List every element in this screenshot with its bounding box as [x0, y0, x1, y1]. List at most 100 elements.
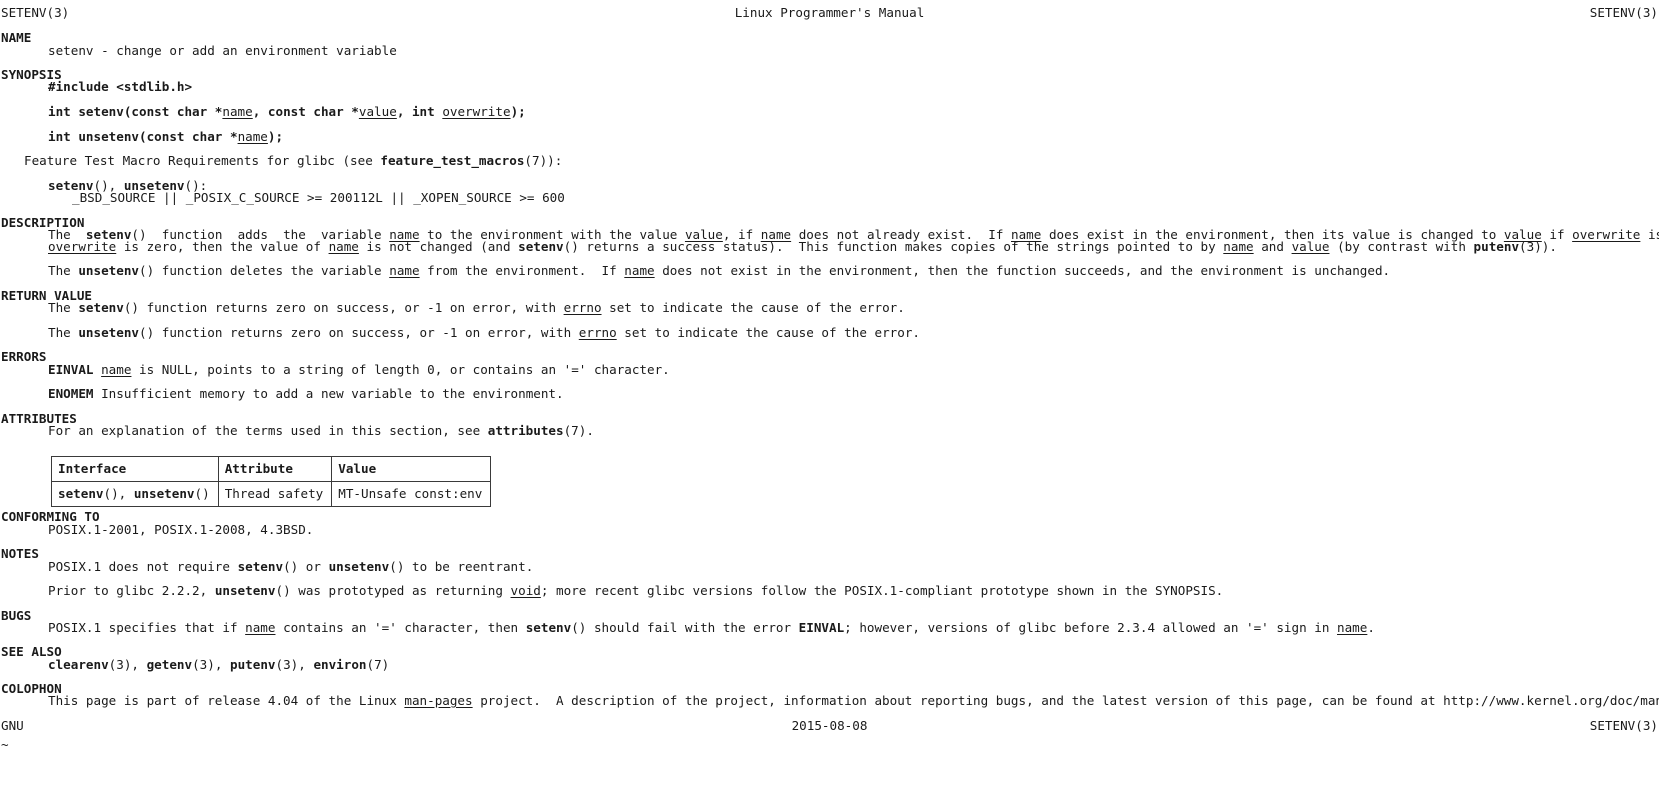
see-also-getenv[interactable]: getenv [147, 657, 193, 672]
error-code-enomem: ENOMEM [48, 386, 94, 401]
error-item-enomem: ENOMEM Insufficient memory to add a new … [48, 386, 564, 401]
d-p1l2-t4: and [1253, 239, 1292, 254]
description-p2: The unsetenv() function deletes the vari… [48, 263, 1391, 278]
d-p1l2-t3: () returns a success status). This funct… [563, 239, 1224, 254]
cell-interface: setenv(), unsetenv() [51, 481, 219, 507]
see-also-list: clearenv(3), getenv(3), putenv(3), envir… [48, 657, 389, 672]
synopsis-ftm-macros: _BSD_SOURCE || _POSIX_C_SOURCE >= 200112… [72, 190, 565, 205]
synopsis-prototype-setenv: int setenv(const char *name, const char … [48, 104, 526, 119]
rv-p1-t3: set to indicate the cause of the error. [601, 300, 905, 315]
d-p1l2-name2: name [1223, 239, 1254, 254]
d-p1l2-overwrite: overwrite [48, 239, 117, 254]
error-enomem-gap [94, 386, 102, 401]
table-row: setenv(), unsetenv() Thread safety MT-Un… [51, 481, 492, 507]
notes-p1-t1: POSIX.1 does not require [48, 559, 238, 574]
cell-attribute: Thread safety [217, 481, 333, 507]
attributes-table: Interface Attribute Value setenv(), unse… [51, 456, 492, 507]
notes-p1-t2: () or [283, 559, 329, 574]
notes-p2-t1: Prior to glibc 2.2.2, [48, 583, 215, 598]
ftm-intro-post: (7)): [524, 153, 563, 168]
section-heading-name: NAME [1, 30, 32, 45]
name-description: setenv - change or add an environment va… [48, 43, 397, 58]
bugs-p1-t5: . [1367, 620, 1375, 635]
bugs-p1-t4: ; however, versions of glibc before 2.3.… [844, 620, 1338, 635]
cell-interface-unsetenv: unsetenv [133, 486, 195, 501]
bugs-p1-t3: () should fail with the error [571, 620, 799, 635]
notes-p2-unsetenv: unsetenv [214, 583, 276, 598]
colophon-p1: This page is part of release 4.04 of the… [48, 693, 1659, 708]
d-p1l2-putenv: putenv [1473, 239, 1520, 254]
proto-setenv-pre: int setenv(const char * [48, 104, 223, 119]
rv-p2-t2: () function returns zero on success, or … [139, 325, 579, 340]
rv-p2-t1: The [48, 325, 79, 340]
error-einval-text: is NULL, points to a string of length 0,… [131, 362, 670, 377]
rv-p2-t3: set to indicate the cause of the error. [616, 325, 920, 340]
rv-p2-errno: errno [578, 325, 617, 340]
see-also-clearenv[interactable]: clearenv [48, 657, 109, 672]
pager-filler-tilde: ~ [1, 737, 9, 752]
d-p1l1-t8: is nonzero; if [1647, 227, 1659, 242]
d-p2-t1: The [48, 263, 79, 278]
see-also-environ[interactable]: environ [313, 657, 366, 672]
d-p1l2-name1: name [328, 239, 359, 254]
d-p2-t3: from the environment. If [419, 263, 625, 278]
error-enomem-text: Insufficient memory to add a new variabl… [101, 386, 564, 401]
return-value-p2: The unsetenv() function returns zero on … [48, 325, 920, 340]
attr-intro-pre: For an explanation of the terms used in … [48, 423, 488, 438]
d-p1l2-t6: (3)). [1519, 239, 1557, 254]
synopsis-prototype-unsetenv: int unsetenv(const char *name); [48, 129, 284, 144]
cell-interface-tail: () [194, 486, 210, 501]
return-value-p1: The setenv() function returns zero on su… [48, 300, 905, 315]
bugs-p1-name2: name [1337, 620, 1368, 635]
ftm-intro-pre: Feature Test Macro Requirements for glib… [24, 153, 381, 168]
proto-unsetenv-post: ); [267, 129, 284, 144]
column-header-value: Value [331, 456, 492, 482]
rv-p1-t2: () function returns zero on success, or … [123, 300, 564, 315]
d-p1l2-setenv: setenv [518, 239, 564, 254]
d-p1l2-value: value [1291, 239, 1330, 254]
description-p1-line2: overwrite is zero, then the value of nam… [48, 239, 1557, 254]
d-p1l2-t5: (by contrast with [1329, 239, 1474, 254]
d-p2-t4: does not exist in the environment, then … [654, 263, 1391, 278]
attr-intro-bold: attributes [487, 423, 564, 438]
bugs-p1: POSIX.1 specifies that if name contains … [48, 620, 1375, 635]
table-header-row: Interface Attribute Value [51, 456, 492, 482]
d-p2-name1: name [389, 263, 420, 278]
colophon-t2: project. A description of the project, i… [472, 693, 1659, 708]
cell-interface-sep: (), [103, 486, 134, 501]
notes-p1-setenv: setenv [237, 559, 284, 574]
synopsis-include: #include <stdlib.h> [48, 79, 193, 94]
bugs-p1-name1: name [245, 620, 276, 635]
section-heading-errors: ERRORS [1, 349, 47, 364]
see-also-putenv[interactable]: putenv [230, 657, 276, 672]
error-item-einval: EINVAL name is NULL, points to a string … [48, 362, 670, 377]
notes-p2-t2: () was prototyped as returning [275, 583, 511, 598]
notes-p2-t3: ; more recent glibc versions follow the … [540, 583, 1224, 598]
ftm-intro-bold: feature_test_macros [380, 153, 525, 168]
rv-p1-t1: The [48, 300, 79, 315]
man-page: SETENV(3) Linux Programmer's Manual SETE… [0, 0, 1659, 792]
notes-p2-void: void [510, 583, 541, 598]
cell-value: MT-Unsafe const:env [331, 481, 492, 507]
d-p1l1-overwrite: overwrite [1572, 227, 1641, 242]
proto-setenv-arg-overwrite: overwrite [442, 104, 511, 119]
column-header-attribute: Attribute [217, 456, 333, 482]
attributes-intro: For an explanation of the terms used in … [48, 423, 594, 438]
section-heading-notes: NOTES [1, 546, 39, 561]
see-also-putenv-sec: (3), [275, 657, 314, 672]
d-p1l2-t1: is zero, then the value of [116, 239, 329, 254]
d-p2-t2: () function deletes the variable [139, 263, 390, 278]
bugs-p1-t1: POSIX.1 specifies that if [48, 620, 246, 635]
bugs-p1-t2: contains an '=' character, then [275, 620, 526, 635]
rv-p1-errno: errno [563, 300, 602, 315]
bugs-p1-einval: EINVAL [798, 620, 845, 635]
proto-unsetenv-pre: int unsetenv(const char * [48, 129, 238, 144]
proto-setenv-mid2: , int [396, 104, 443, 119]
notes-p1-unsetenv: unsetenv [328, 559, 390, 574]
d-p2-unsetenv: unsetenv [78, 263, 140, 278]
conforming-to-body: POSIX.1-2001, POSIX.1-2008, 4.3BSD. [48, 522, 314, 537]
rv-p2-unsetenv: unsetenv [78, 325, 140, 340]
notes-p2: Prior to glibc 2.2.2, unsetenv() was pro… [48, 583, 1224, 598]
page-footer-right: SETENV(3) [1589, 718, 1658, 733]
see-also-clearenv-sec: (3), [108, 657, 147, 672]
